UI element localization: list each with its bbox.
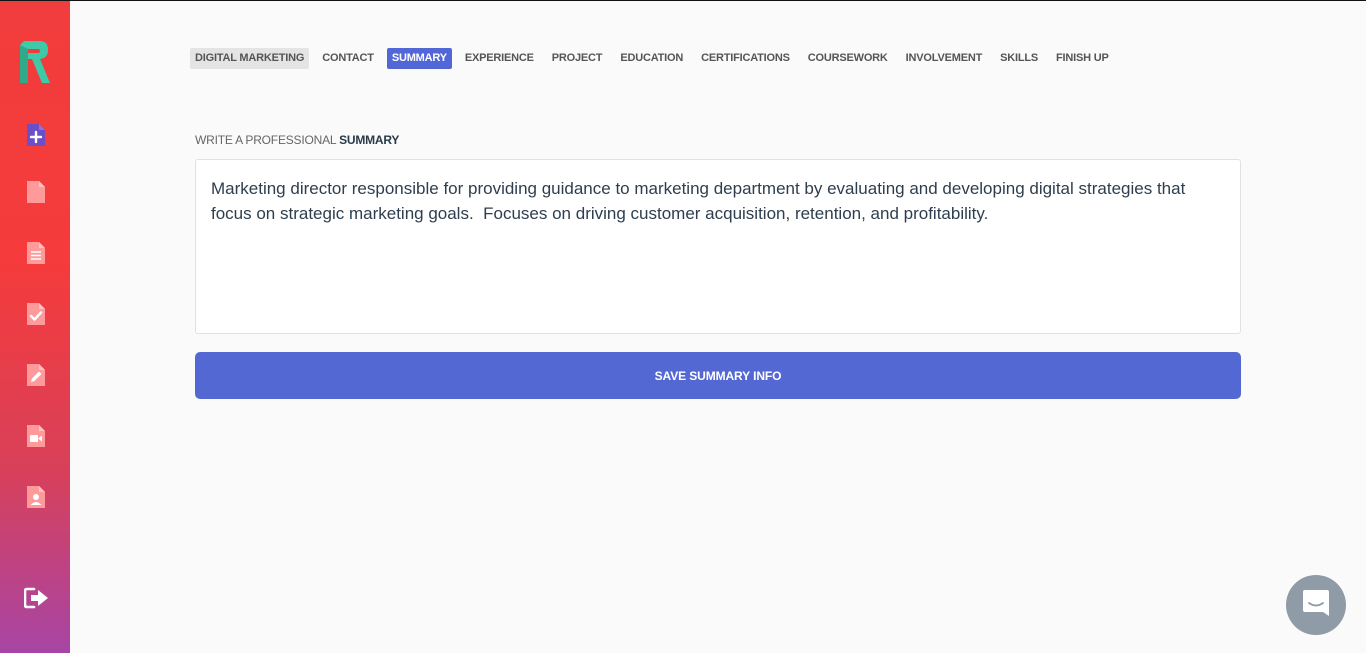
tab-experience[interactable]: EXPERIENCE: [460, 48, 539, 69]
document-icon[interactable]: [25, 180, 47, 204]
tab-education[interactable]: EDUCATION: [615, 48, 688, 69]
save-summary-button[interactable]: SAVE SUMMARY INFO: [195, 352, 1241, 399]
document-edit-icon[interactable]: [25, 363, 47, 387]
tab-digital-marketing[interactable]: DIGITAL MARKETING: [190, 48, 310, 69]
sign-out-icon[interactable]: [23, 586, 50, 610]
document-video-icon[interactable]: [25, 424, 47, 448]
tab-certifications[interactable]: CERTIFICATIONS: [696, 48, 795, 69]
tab-summary[interactable]: SUMMARY: [386, 48, 452, 69]
document-person-icon[interactable]: [25, 485, 47, 509]
document-lines-icon[interactable]: [25, 241, 47, 265]
tab-coursework[interactable]: COURSEWORK: [803, 48, 893, 69]
window-top-border: [0, 0, 1366, 1]
chat-launcher-button[interactable]: [1286, 575, 1346, 635]
section-tabs: DIGITAL MARKETING CONTACT SUMMARY EXPERI…: [190, 48, 1122, 69]
heading-prefix: WRITE A PROFESSIONAL: [195, 133, 340, 147]
heading-emphasis: SUMMARY: [339, 133, 400, 147]
chat-bubble-icon: [1301, 588, 1331, 623]
tab-finish-up[interactable]: FINISH UP: [1051, 48, 1114, 69]
r-logo-icon[interactable]: [18, 41, 52, 85]
section-heading: WRITE A PROFESSIONAL SUMMARY: [195, 133, 399, 147]
sidebar: [0, 0, 70, 653]
tab-project[interactable]: PROJECT: [547, 48, 608, 69]
tab-involvement[interactable]: INVOLVEMENT: [901, 48, 987, 69]
document-check-icon[interactable]: [25, 302, 47, 326]
tab-contact[interactable]: CONTACT: [317, 48, 379, 69]
summary-textarea[interactable]: Marketing director responsible for provi…: [195, 159, 1241, 334]
new-document-icon[interactable]: [25, 123, 47, 147]
tab-skills[interactable]: SKILLS: [995, 48, 1043, 69]
